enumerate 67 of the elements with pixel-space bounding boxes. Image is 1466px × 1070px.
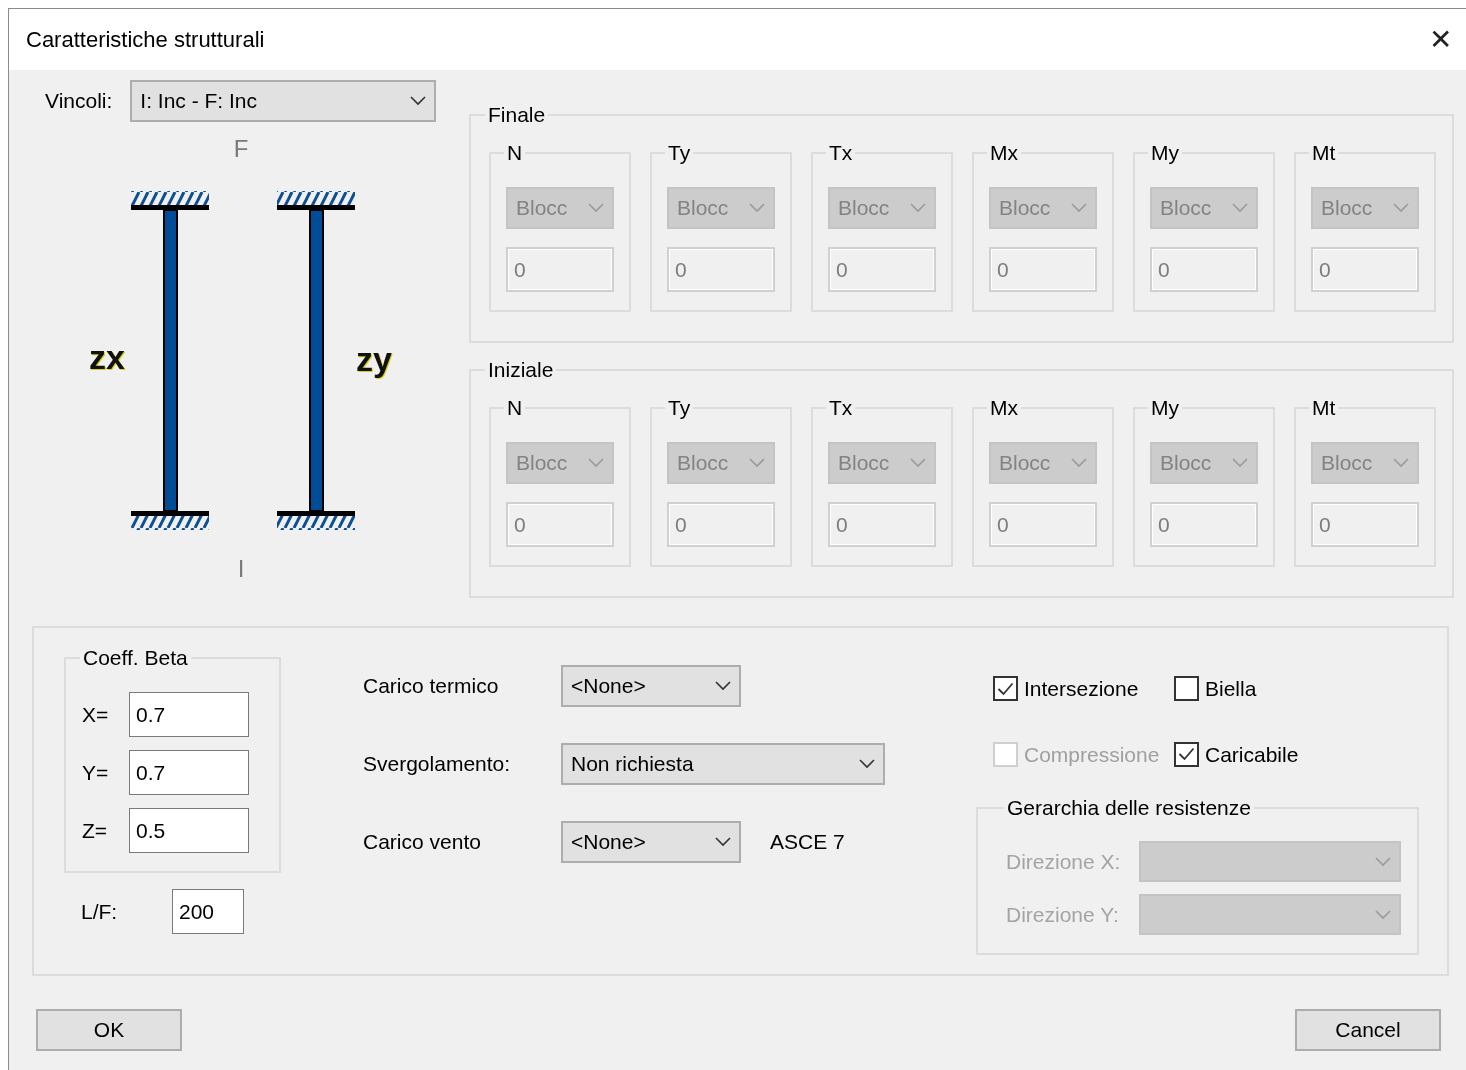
window-title: Caratteristiche strutturali [26, 26, 265, 54]
component-label: Ty [667, 140, 692, 166]
caret-icon [1393, 458, 1409, 468]
plane-label: zx [89, 338, 125, 376]
plane-label: zy [356, 340, 392, 378]
component-label: Tx [828, 140, 854, 166]
component-label: N [506, 395, 524, 421]
checkbox[interactable]: Biella [1174, 673, 1419, 705]
caret-icon [749, 458, 765, 468]
caret-icon [910, 203, 926, 213]
select-dropdown[interactable]: Non richiesta [561, 743, 885, 785]
input-field[interactable]: 0.5 [129, 808, 249, 853]
caret-icon [1375, 856, 1391, 867]
group-title: Iniziale [487, 357, 555, 383]
caret-icon [1232, 458, 1248, 468]
check-icon [1178, 747, 1195, 762]
field-label: Svergolamento: [363, 751, 512, 778]
standard-label: ASCE 7 [770, 829, 846, 856]
check-icon [997, 681, 1014, 696]
checkbox[interactable]: Caricabile [1174, 738, 1419, 770]
component-label: Mt [1311, 395, 1337, 421]
field-label: Direzione X: [1006, 848, 1122, 875]
caret-icon [1375, 909, 1391, 920]
end-label: I [237, 555, 245, 582]
caret-icon [1232, 203, 1248, 213]
component-label: My [1150, 140, 1180, 166]
select-dropdown[interactable]: <None> [561, 821, 741, 863]
caret-icon [715, 681, 731, 691]
select-dropdown[interactable] [1138, 894, 1401, 935]
input-field[interactable]: 0.7 [129, 750, 249, 795]
caret-icon [588, 203, 604, 213]
caret-icon [749, 203, 765, 213]
caret-icon [910, 458, 926, 468]
caret-icon [1071, 458, 1087, 468]
group-title: Finale [487, 102, 547, 128]
caret-icon [859, 759, 875, 769]
caret-icon [588, 458, 604, 468]
component-label: My [1150, 395, 1180, 421]
caret-icon [1071, 203, 1087, 213]
input-field[interactable]: 0.7 [129, 692, 249, 737]
caret-icon [410, 96, 427, 106]
component-label: Mt [1311, 140, 1337, 166]
field-label: Y= [82, 759, 110, 786]
field-label: Direzione Y: [1006, 901, 1120, 928]
group-title: Gerarchia delle resistenze [1006, 795, 1252, 821]
checkbox[interactable]: Intersezione [993, 673, 1174, 705]
input-field[interactable]: 200 [172, 889, 244, 934]
component-label: Mx [989, 140, 1019, 166]
close-button[interactable]: ✕ [1425, 25, 1456, 54]
component-label: N [506, 140, 524, 166]
constraints-dropdown[interactable]: I: Inc - F: Inc [130, 80, 437, 122]
select-dropdown[interactable]: <None> [561, 665, 741, 707]
field-label: Carico termico [363, 673, 500, 700]
group-title: Coeff. Beta [82, 645, 189, 671]
field-label: L/F: [81, 898, 119, 925]
component-label: Tx [828, 395, 854, 421]
caret-icon [1393, 203, 1409, 213]
constraints-label: Vincoli: [45, 88, 113, 115]
component-label: Ty [667, 395, 692, 421]
field-label: Carico vento [363, 829, 482, 856]
component-label: Mx [989, 395, 1019, 421]
caret-icon [715, 837, 731, 847]
field-label: X= [82, 701, 110, 728]
end-label: F [233, 135, 249, 162]
dialog-button[interactable]: Cancel [1295, 1009, 1441, 1051]
field-label: Z= [82, 817, 109, 844]
dialog-button[interactable]: OK [36, 1009, 182, 1051]
